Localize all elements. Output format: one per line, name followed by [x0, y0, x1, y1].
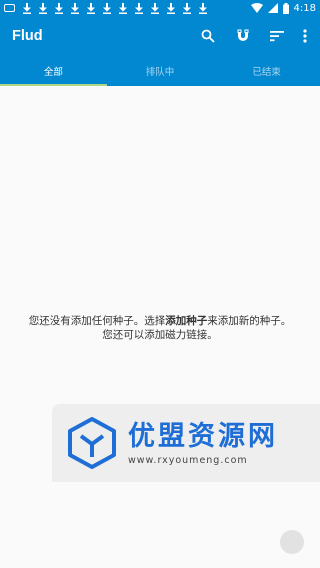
download-icon	[199, 2, 207, 14]
floating-action-button[interactable]	[280, 530, 304, 554]
search-icon	[201, 29, 215, 43]
empty-line1-bold: 添加种子	[165, 315, 208, 327]
watermark: 优盟资源网 www.rxyoumeng.com	[52, 404, 320, 482]
app-title: Flud	[12, 28, 43, 44]
tab-all[interactable]: 全部	[0, 56, 107, 86]
tab-all-label: 全部	[43, 67, 63, 78]
download-icon	[39, 2, 47, 14]
download-icon	[55, 2, 63, 14]
watermark-title: 优盟资源网	[128, 420, 278, 452]
tab-bar: 全部 排队中 已结束	[0, 56, 320, 86]
empty-line1-before: 您还没有添加任何种子。选择	[28, 315, 166, 327]
download-icon	[135, 2, 143, 14]
download-icon	[71, 2, 79, 14]
magnet-button[interactable]	[232, 25, 254, 47]
watermark-logo-icon	[68, 417, 116, 469]
more-vert-icon	[303, 29, 307, 43]
download-icon	[119, 2, 127, 14]
signal-icon	[267, 3, 278, 13]
empty-line1-after: 来添加新的种子。	[207, 315, 292, 327]
status-right: 4:18	[250, 2, 316, 14]
status-bar: 4:18	[0, 0, 320, 16]
status-time: 4:18	[293, 2, 316, 14]
magnet-icon	[237, 29, 249, 41]
sort-icon	[270, 31, 284, 42]
more-options-button[interactable]	[294, 25, 316, 47]
download-icons	[23, 2, 207, 14]
download-icon	[167, 2, 175, 14]
download-icon	[103, 2, 111, 14]
message-icon	[4, 4, 15, 12]
notification-icons	[4, 2, 251, 14]
torrent-list-area[interactable]: 您还没有添加任何种子。选择添加种子来添加新的种子。 您还可以添加磁力链接。	[0, 86, 320, 568]
empty-state-line1: 您还没有添加任何种子。选择添加种子来添加新的种子。	[0, 314, 320, 328]
tab-finished[interactable]: 已结束	[213, 56, 320, 86]
download-icon	[23, 2, 31, 14]
tab-queued[interactable]: 排队中	[107, 56, 214, 86]
download-icon	[183, 2, 191, 14]
sort-button[interactable]	[266, 25, 288, 47]
tab-finished-label: 已结束	[252, 67, 281, 78]
empty-state-line2: 您还可以添加磁力链接。	[102, 329, 218, 341]
wifi-icon	[250, 3, 263, 13]
search-button[interactable]	[197, 25, 219, 47]
app-bar: Flud	[0, 16, 320, 56]
watermark-url: www.rxyoumeng.com	[128, 454, 248, 466]
empty-state-message: 您还没有添加任何种子。选择添加种子来添加新的种子。 您还可以添加磁力链接。	[0, 314, 320, 342]
battery-icon	[282, 2, 289, 14]
download-icon	[87, 2, 95, 14]
download-icon	[151, 2, 159, 14]
tab-queued-label: 排队中	[145, 67, 175, 78]
